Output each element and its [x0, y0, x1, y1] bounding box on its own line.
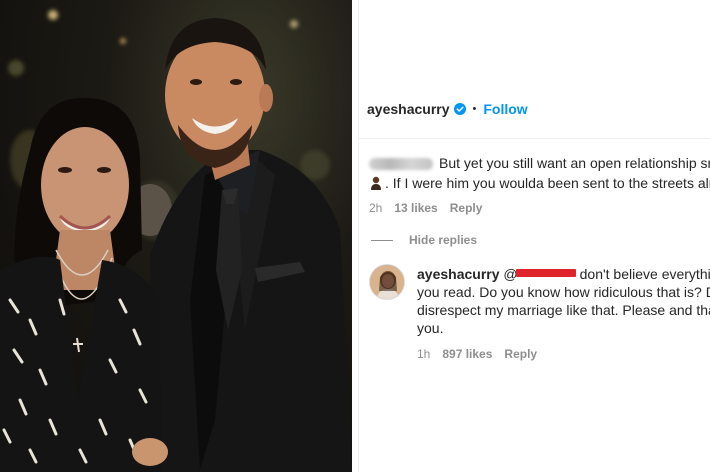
- hide-replies-line: [371, 239, 393, 241]
- reply-time: 1h: [417, 347, 431, 361]
- comment-likes[interactable]: 13 likes: [394, 201, 437, 215]
- redacted-mention: [515, 269, 576, 277]
- person-emoji-icon: [371, 176, 381, 190]
- verified-badge-icon: [453, 103, 466, 115]
- couple-photo: [0, 0, 352, 472]
- comment-line-1: But yet you still want an open relations…: [369, 153, 710, 173]
- blurred-username: [369, 158, 433, 171]
- instagram-comments-panel: ayeshacurry • Follow But yet you still w…: [358, 0, 710, 472]
- reply-line-2: you read. Do you know how ridiculous tha…: [417, 284, 710, 300]
- follow-button[interactable]: Follow: [483, 101, 527, 117]
- avatar-image: [370, 265, 404, 299]
- reply-username[interactable]: ayeshacurry: [417, 266, 500, 282]
- reply-line-3: disrespect my marriage like that. Please…: [417, 302, 710, 318]
- comment-line-2: . If I were him you woulda been sent to …: [369, 173, 710, 193]
- comment-time: 2h: [369, 201, 383, 215]
- header-divider: [359, 138, 710, 139]
- post-username[interactable]: ayeshacurry: [367, 101, 450, 117]
- photo-people-illustration: [0, 18, 352, 472]
- comment-text: But yet you still want an open relations…: [369, 153, 710, 193]
- reply-meta: 1h 897 likes Reply: [417, 347, 537, 361]
- reply-text: ayeshacurry @don't believe everything yo…: [417, 265, 710, 337]
- reply-line-4: you.: [417, 320, 444, 336]
- avatar[interactable]: [369, 264, 405, 300]
- hide-replies-button[interactable]: Hide replies: [371, 233, 477, 247]
- post-header: ayeshacurry • Follow: [367, 98, 528, 120]
- reply-likes[interactable]: 897 likes: [442, 347, 492, 361]
- comment-reply-button[interactable]: Reply: [450, 201, 483, 215]
- reply-line-1: ayeshacurry @don't believe everything: [417, 266, 710, 282]
- comment-meta: 2h 13 likes Reply: [369, 201, 482, 215]
- hide-replies-label: Hide replies: [409, 233, 478, 247]
- header-separator: •: [472, 103, 477, 115]
- reply-reply-button[interactable]: Reply: [504, 347, 537, 361]
